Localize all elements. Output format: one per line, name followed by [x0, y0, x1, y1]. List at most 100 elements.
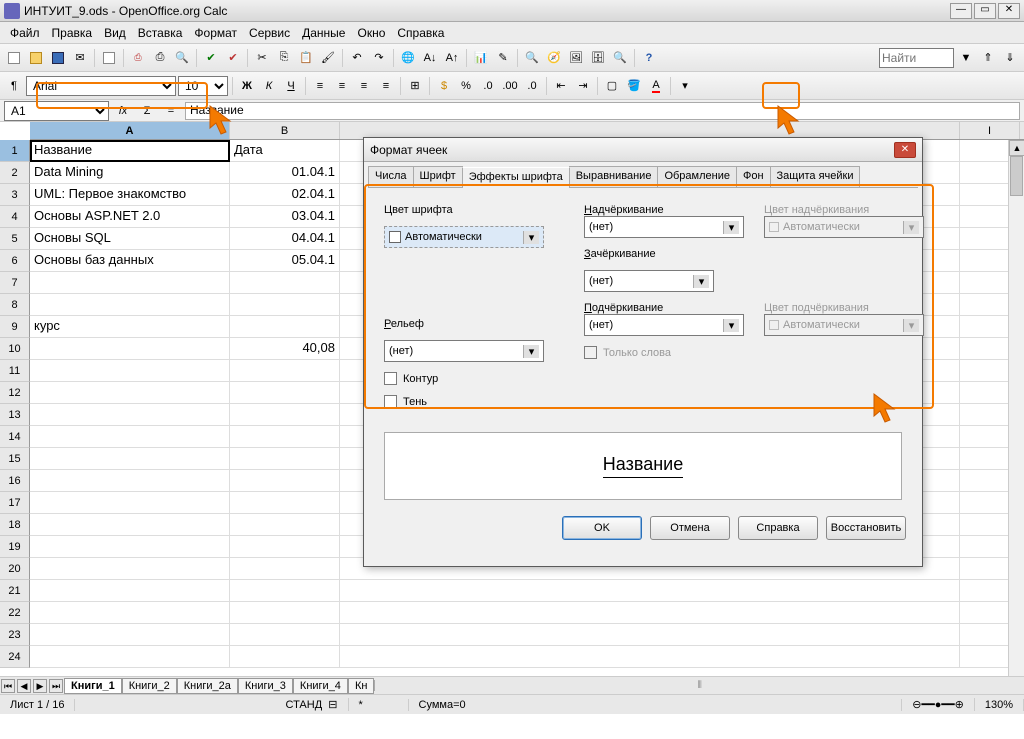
cell[interactable] [230, 316, 340, 338]
cell[interactable] [230, 646, 340, 668]
cell-reference-input[interactable]: A1 [4, 101, 109, 121]
cell[interactable]: Основы баз данных [30, 250, 230, 272]
navigator-button[interactable]: 🧭 [544, 48, 564, 68]
cell[interactable] [30, 426, 230, 448]
cell[interactable] [30, 514, 230, 536]
row-header[interactable]: 13 [0, 404, 30, 426]
cell[interactable] [30, 338, 230, 360]
cell[interactable]: 40,08 [230, 338, 340, 360]
cell[interactable]: 03.04.1 [230, 206, 340, 228]
cell[interactable]: Основы ASP.NET 2.0 [30, 206, 230, 228]
row-header[interactable]: 18 [0, 514, 30, 536]
paste-button[interactable]: 📋 [296, 48, 316, 68]
reset-button[interactable]: Восстановить [826, 516, 906, 540]
cell[interactable] [230, 360, 340, 382]
cell[interactable]: 01.04.1 [230, 162, 340, 184]
scroll-thumb[interactable] [1010, 156, 1023, 196]
row-header[interactable]: 7 [0, 272, 30, 294]
row-header[interactable]: 2 [0, 162, 30, 184]
font-name-select[interactable]: Arial [26, 76, 176, 96]
align-left-button[interactable]: ≡ [310, 76, 330, 96]
font-color-select[interactable]: Автоматически ▾ [384, 226, 544, 248]
find-prev-button[interactable]: ⇑ [978, 48, 998, 68]
cell[interactable] [230, 382, 340, 404]
row-header[interactable]: 23 [0, 624, 30, 646]
menu-tools[interactable]: Сервис [243, 24, 296, 42]
cell[interactable]: Дата [230, 140, 340, 162]
cell[interactable]: курс [30, 316, 230, 338]
add-decimal-button[interactable]: .00 [500, 76, 520, 96]
cell[interactable] [30, 536, 230, 558]
row-header[interactable]: 5 [0, 228, 30, 250]
cell[interactable] [230, 272, 340, 294]
fx-button[interactable]: fx [113, 101, 133, 121]
sheet-tab[interactable]: Книги_4 [293, 678, 348, 694]
menu-edit[interactable]: Правка [46, 24, 99, 42]
menu-help[interactable]: Справка [391, 24, 450, 42]
spellcheck-button[interactable]: ✔ [201, 48, 221, 68]
close-window-button[interactable]: ✕ [998, 3, 1020, 19]
sheet-next-button[interactable]: ▶ [33, 679, 47, 693]
percent-button[interactable]: % [456, 76, 476, 96]
menu-file[interactable]: Файл [4, 24, 46, 42]
cell[interactable] [340, 602, 960, 624]
cell[interactable] [230, 470, 340, 492]
row-header[interactable]: 8 [0, 294, 30, 316]
cell[interactable] [230, 624, 340, 646]
row-header[interactable]: 21 [0, 580, 30, 602]
tab-alignment[interactable]: Выравнивание [569, 166, 659, 187]
cell[interactable] [340, 646, 960, 668]
column-header[interactable]: I [960, 122, 1020, 139]
cell[interactable] [30, 646, 230, 668]
align-justify-button[interactable]: ≡ [376, 76, 396, 96]
cell[interactable] [230, 536, 340, 558]
cell[interactable] [30, 382, 230, 404]
cell[interactable] [340, 624, 960, 646]
more-button[interactable]: ▾ [675, 76, 695, 96]
sheet-first-button[interactable]: ⏮ [1, 679, 15, 693]
sheet-tab[interactable]: Кн [348, 678, 374, 694]
sheet-tab[interactable]: Книги_1 [64, 678, 122, 694]
cell[interactable] [30, 470, 230, 492]
help-button[interactable]: ? [639, 48, 659, 68]
copy-button[interactable]: ⎘ [274, 48, 294, 68]
cell[interactable] [230, 294, 340, 316]
cell[interactable]: Название [30, 140, 230, 162]
cell[interactable]: 04.04.1 [230, 228, 340, 250]
tab-background[interactable]: Фон [736, 166, 771, 187]
cell[interactable] [230, 580, 340, 602]
font-size-select[interactable]: 10 [178, 76, 228, 96]
cancel-button[interactable]: Отмена [650, 516, 730, 540]
number-fmt-button[interactable]: .0 [478, 76, 498, 96]
row-header[interactable]: 9 [0, 316, 30, 338]
outline-checkbox[interactable]: Контур [384, 372, 544, 385]
sheet-last-button[interactable]: ⏭ [49, 679, 63, 693]
auto-spell-button[interactable]: ✔ [223, 48, 243, 68]
cell[interactable]: Основы SQL [30, 228, 230, 250]
row-header[interactable]: 14 [0, 426, 30, 448]
underline-button[interactable]: Ч [281, 76, 301, 96]
cell[interactable] [30, 272, 230, 294]
sheet-tab[interactable]: Книги_2 [122, 678, 177, 694]
indent-inc-button[interactable]: ⇥ [573, 76, 593, 96]
redo-button[interactable]: ↷ [369, 48, 389, 68]
bgcolor-button[interactable]: 🪣 [624, 76, 644, 96]
tab-borders[interactable]: Обрамление [657, 166, 737, 187]
row-header[interactable]: 22 [0, 602, 30, 624]
open-button[interactable] [26, 48, 46, 68]
row-header[interactable]: 17 [0, 492, 30, 514]
cell[interactable]: UML: Первое знакомство [30, 184, 230, 206]
row-header[interactable]: 24 [0, 646, 30, 668]
cell[interactable] [30, 448, 230, 470]
underline-select[interactable]: (нет)▾ [584, 314, 744, 336]
tab-protection[interactable]: Защита ячейки [770, 166, 861, 187]
zoom-button[interactable]: 🔍 [610, 48, 630, 68]
cell[interactable] [230, 426, 340, 448]
overline-select[interactable]: (нет)▾ [584, 216, 744, 238]
row-header[interactable]: 11 [0, 360, 30, 382]
cell[interactable] [230, 448, 340, 470]
relief-select[interactable]: (нет)▾ [384, 340, 544, 362]
paint-button[interactable]: 🖌 [318, 48, 338, 68]
zoom-slider[interactable]: ⊖━━●━━⊕ [902, 698, 975, 711]
fontcolor-button[interactable]: A [646, 76, 666, 96]
